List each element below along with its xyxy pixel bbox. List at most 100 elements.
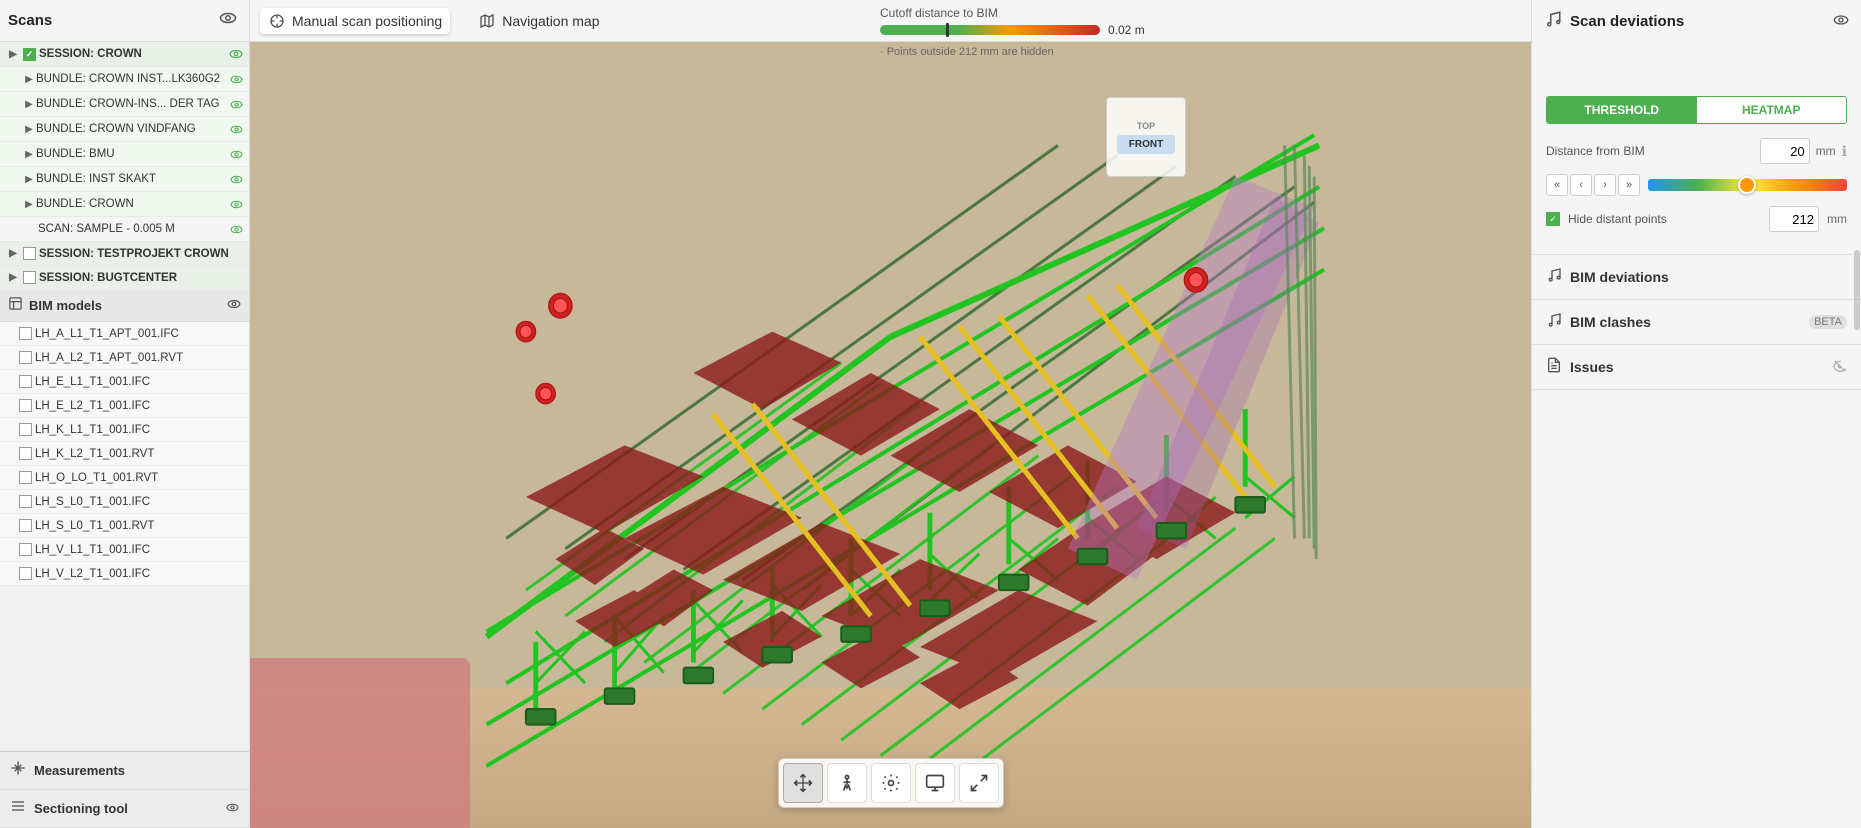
nav-first-button[interactable]: « <box>1546 174 1568 196</box>
distance-bim-label: Distance from BIM <box>1546 144 1754 158</box>
bim-file-9[interactable]: LH_S_L0_T1_001.RVT <box>0 514 249 538</box>
fullscreen-tool-button[interactable] <box>959 763 999 803</box>
bim-file-7-checkbox[interactable] <box>19 471 32 484</box>
bundle-crown-inst-eye[interactable] <box>227 70 245 88</box>
sectioning-eye[interactable] <box>226 801 239 817</box>
bim-file-10-checkbox[interactable] <box>19 543 32 556</box>
bim-models-section-header[interactable]: BIM models <box>0 290 249 322</box>
bundle-inst-skakt-label: BUNDLE: INST SKAKT <box>36 173 227 185</box>
scan-sample[interactable]: SCAN: SAMPLE - 0.005 M <box>0 217 249 242</box>
hide-distant-checkbox[interactable] <box>1546 212 1560 226</box>
scan-sample-eye[interactable] <box>227 220 245 238</box>
right-panel-scrollbar[interactable] <box>1854 250 1860 330</box>
hide-distant-input[interactable] <box>1769 206 1819 232</box>
bim-file-3[interactable]: LH_E_L1_T1_001.IFC <box>0 370 249 394</box>
top-toolbar: Scans Manual scan positioning <box>0 0 1861 42</box>
person-tool-button[interactable] <box>827 763 867 803</box>
bim-deviations-icon <box>1546 267 1562 287</box>
settings-tool-button[interactable] <box>871 763 911 803</box>
bim-file-4[interactable]: LH_E_L2_T1_001.IFC <box>0 394 249 418</box>
bim-file-8-label: LH_S_L0_T1_001.IFC <box>35 496 245 508</box>
sidebar-content: ▶ SESSION: CROWN ▶ BUNDLE: CROWN INST...… <box>0 42 249 751</box>
bundle-crown-eye[interactable] <box>227 195 245 213</box>
move-tool-button[interactable] <box>783 763 823 803</box>
measurements-item[interactable]: Measurements <box>0 752 249 790</box>
nav-next-button[interactable]: › <box>1594 174 1616 196</box>
session-bugtcenter-checkbox[interactable] <box>23 271 36 284</box>
main-area: ▶ SESSION: CROWN ▶ BUNDLE: CROWN INST...… <box>0 42 1861 828</box>
bundle-crown-ins-der-tag-eye[interactable] <box>227 95 245 113</box>
viewport[interactable]: TOP FRONT <box>250 42 1531 828</box>
bim-file-1[interactable]: LH_A_L1_T1_APT_001.IFC <box>0 322 249 346</box>
bundle-crown-vindfang[interactable]: ▶ BUNDLE: CROWN VINDFANG <box>0 117 249 142</box>
color-gradient-bar[interactable] <box>1648 179 1847 191</box>
distance-bim-input[interactable] <box>1760 138 1810 164</box>
heatmap-tab[interactable]: HEATMAP <box>1697 97 1847 123</box>
bim-clashes-row[interactable]: BIM clashes BETA <box>1532 300 1861 345</box>
sidebar-bottom: Measurements Sectioning tool <box>0 751 249 828</box>
hide-distant-unit: mm <box>1827 212 1847 226</box>
issues-eye[interactable] <box>1833 359 1847 376</box>
bundle-crown-inst-label: BUNDLE: CROWN INST...LK360G2 <box>36 73 227 85</box>
session-crown-eye[interactable] <box>227 45 245 63</box>
session-bugtcenter[interactable]: ▶ SESSION: BUGTCENTER <box>0 266 249 290</box>
view-cube[interactable]: TOP FRONT <box>1106 97 1186 177</box>
bim-file-5[interactable]: LH_K_L1_T1_001.IFC <box>0 418 249 442</box>
threshold-heatmap-section: THRESHOLD HEATMAP Distance from BIM mm ℹ… <box>1532 84 1861 255</box>
session-crown-checkbox[interactable] <box>23 48 36 61</box>
map-icon <box>478 12 496 30</box>
bundle-crown-vindfang-eye[interactable] <box>227 120 245 138</box>
gradient-nav-arrows: « ‹ › » <box>1546 174 1640 196</box>
bundle-crown-vindfang-label: BUNDLE: CROWN VINDFANG <box>36 123 227 135</box>
bim-file-6-label: LH_K_L2_T1_001.RVT <box>35 448 245 460</box>
scans-visibility-button[interactable] <box>215 7 241 34</box>
manual-scan-menu-item[interactable]: Manual scan positioning <box>260 8 450 34</box>
bundle-inst-skakt-eye[interactable] <box>227 170 245 188</box>
threshold-tab[interactable]: THRESHOLD <box>1547 97 1697 123</box>
bundle-inst-skakt[interactable]: ▶ BUNDLE: INST SKAKT <box>0 167 249 192</box>
nav-last-button[interactable]: » <box>1618 174 1640 196</box>
expand-icon: ▶ <box>22 197 36 211</box>
bundle-bmu-eye[interactable] <box>227 145 245 163</box>
bundle-crown-ins-der-tag[interactable]: ▶ BUNDLE: CROWN-INS... DER TAG <box>0 92 249 117</box>
viewport-bottom-toolbar <box>778 758 1004 808</box>
bim-file-1-checkbox[interactable] <box>19 327 32 340</box>
bim-file-6[interactable]: LH_K_L2_T1_001.RVT <box>0 442 249 466</box>
gradient-thumb[interactable] <box>1738 176 1756 194</box>
info-icon[interactable]: ℹ <box>1842 143 1847 160</box>
measurements-icon <box>10 760 26 781</box>
bim-file-5-checkbox[interactable] <box>19 423 32 436</box>
nav-map-menu-item[interactable]: Navigation map <box>470 8 607 34</box>
bundle-bmu[interactable]: ▶ BUNDLE: BMU <box>0 142 249 167</box>
view-cube-front-label[interactable]: FRONT <box>1117 135 1175 154</box>
bim-file-6-checkbox[interactable] <box>19 447 32 460</box>
bim-file-4-checkbox[interactable] <box>19 399 32 412</box>
session-testprojekt[interactable]: ▶ SESSION: TESTPROJEKT CROWN <box>0 242 249 266</box>
session-testprojekt-checkbox[interactable] <box>23 247 36 260</box>
session-crown[interactable]: ▶ SESSION: CROWN <box>0 42 249 67</box>
scan-dev-eye-button[interactable] <box>1833 12 1849 31</box>
issues-row[interactable]: Issues <box>1532 345 1861 390</box>
left-sidebar: ▶ SESSION: CROWN ▶ BUNDLE: CROWN INST...… <box>0 42 250 828</box>
bim-file-8[interactable]: LH_S_L0_T1_001.IFC <box>0 490 249 514</box>
bim-file-2-checkbox[interactable] <box>19 351 32 364</box>
bundle-crown[interactable]: ▶ BUNDLE: CROWN <box>0 192 249 217</box>
bim-file-8-checkbox[interactable] <box>19 495 32 508</box>
bim-file-2[interactable]: LH_A_L2_T1_APT_001.RVT <box>0 346 249 370</box>
right-panel-spacer <box>1532 42 1861 84</box>
bim-models-eye[interactable] <box>227 297 241 314</box>
bim-file-11[interactable]: LH_V_L2_T1_001.IFC <box>0 562 249 586</box>
bim-file-10[interactable]: LH_V_L1_T1_001.IFC <box>0 538 249 562</box>
bim-file-11-checkbox[interactable] <box>19 567 32 580</box>
bim-file-3-checkbox[interactable] <box>19 375 32 388</box>
threshold-heatmap-tabs: THRESHOLD HEATMAP <box>1546 96 1847 124</box>
nav-prev-button[interactable]: ‹ <box>1570 174 1592 196</box>
bim-file-9-checkbox[interactable] <box>19 519 32 532</box>
bundle-crown-inst[interactable]: ▶ BUNDLE: CROWN INST...LK360G2 <box>0 67 249 92</box>
bim-deviations-row[interactable]: BIM deviations <box>1532 255 1861 300</box>
gradient-row: « ‹ › » <box>1546 174 1847 196</box>
screen-tool-button[interactable] <box>915 763 955 803</box>
sectioning-tool-item[interactable]: Sectioning tool <box>0 790 249 828</box>
bim-file-7[interactable]: LH_O_LO_T1_001.RVT <box>0 466 249 490</box>
cutoff-bar-wrapper: 0.02 m <box>880 23 1240 37</box>
